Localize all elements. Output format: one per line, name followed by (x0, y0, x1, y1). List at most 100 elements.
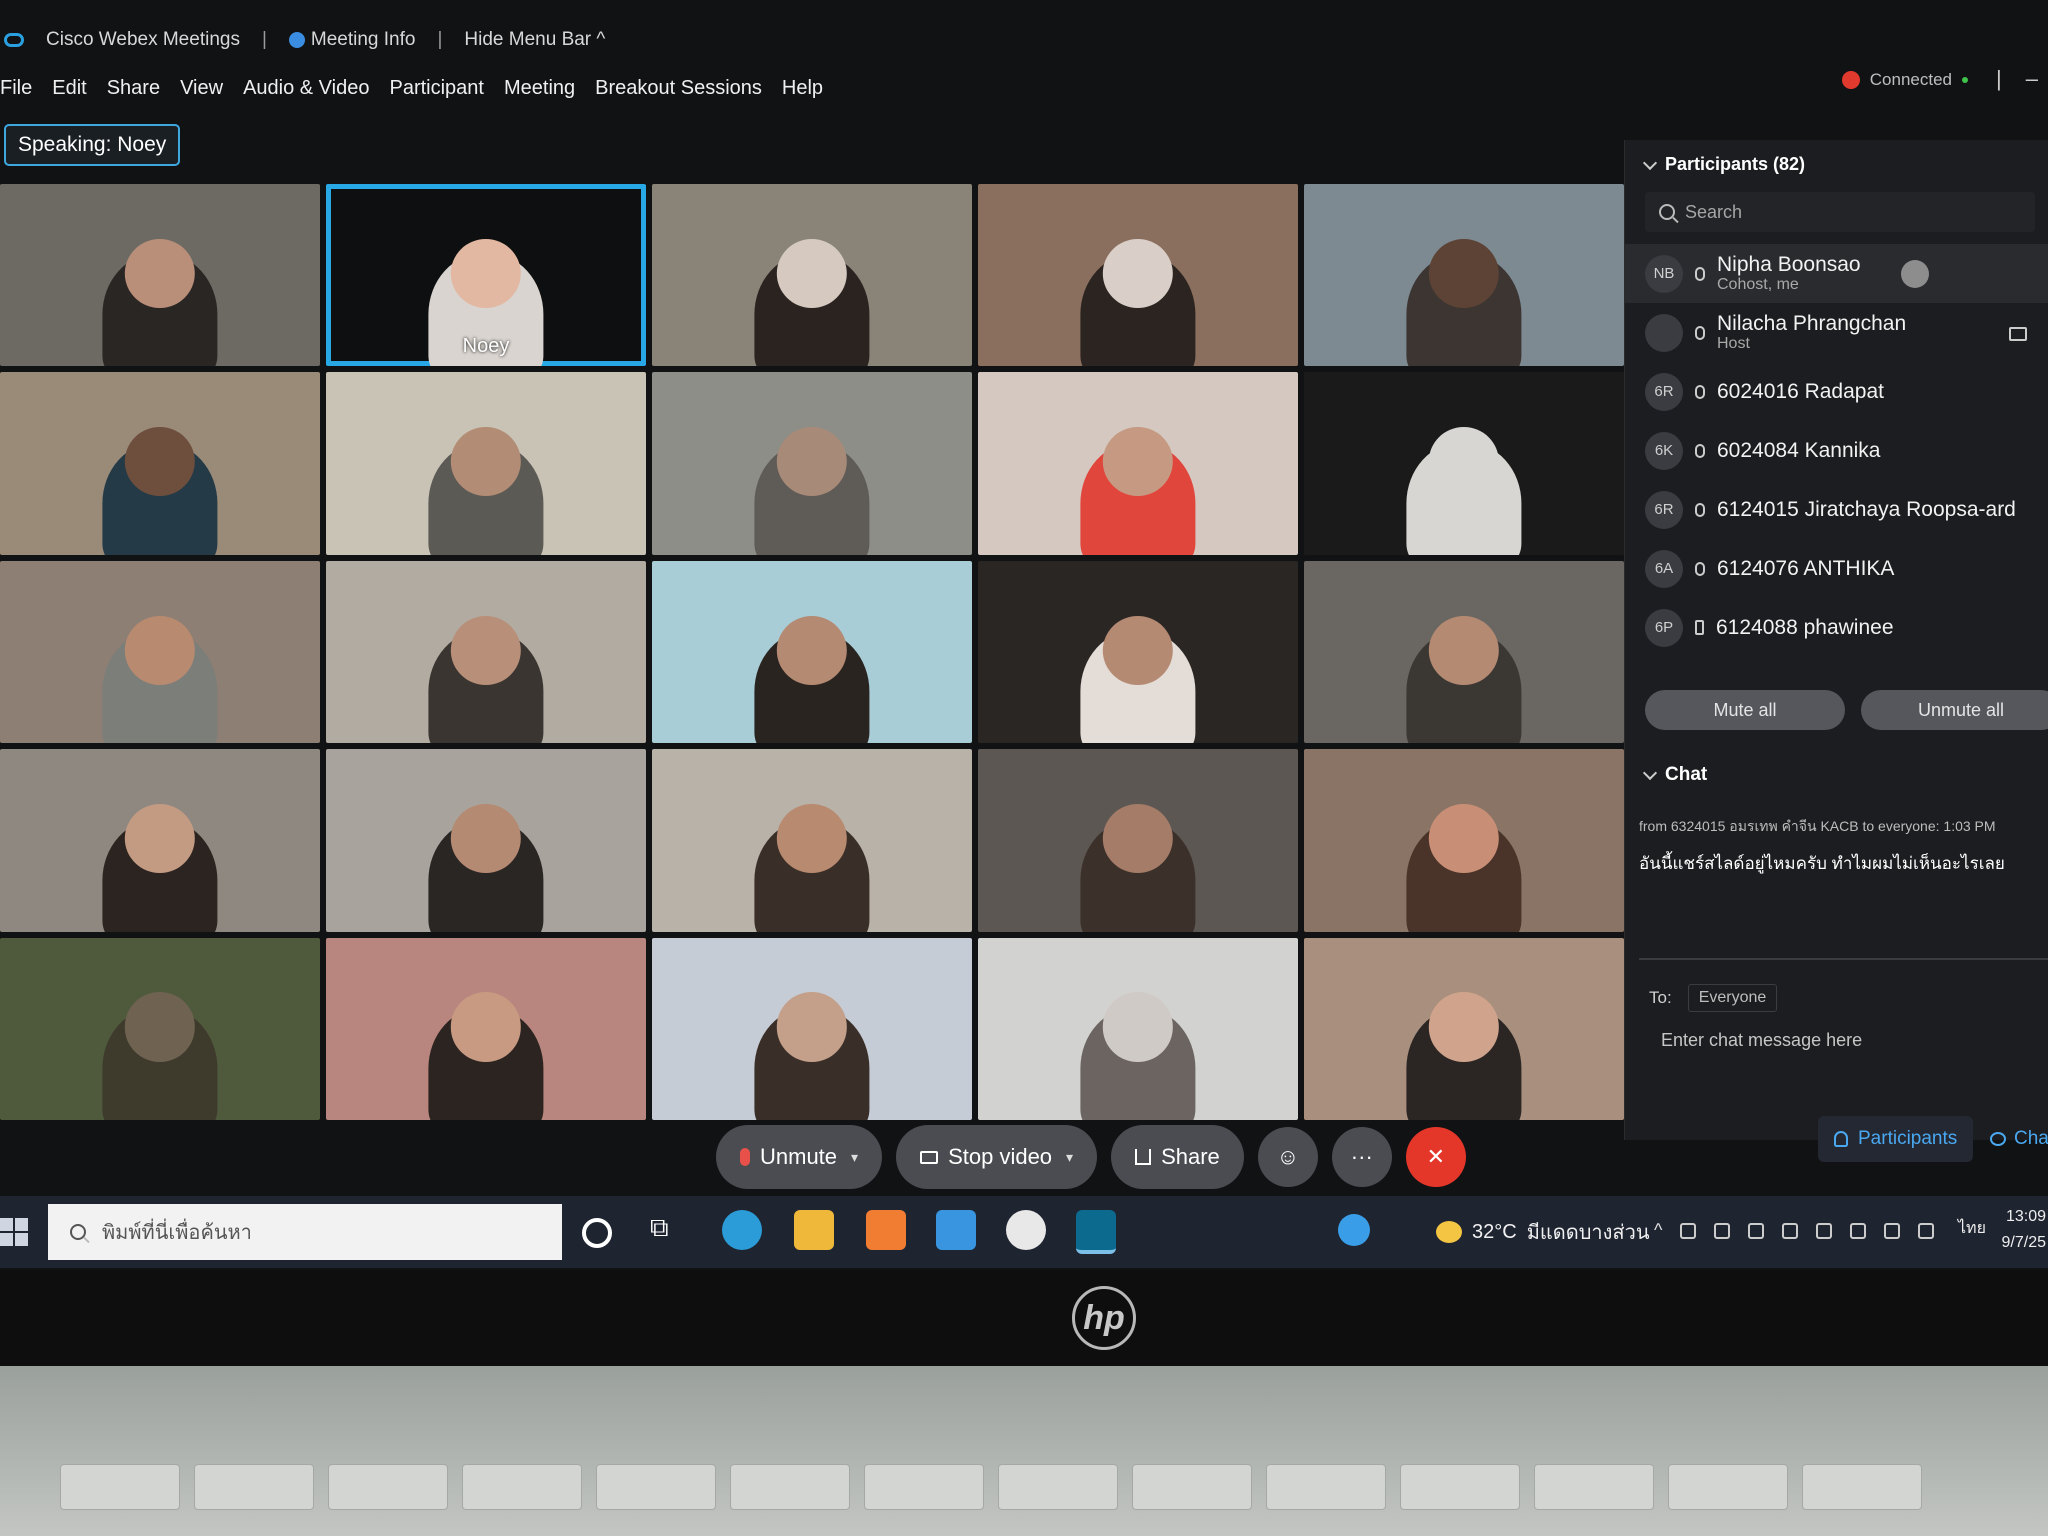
participant-info: Nipha Boonsao Cohost, me (1717, 253, 1861, 294)
volume-icon[interactable] (1918, 1222, 1935, 1239)
chevron-down-icon[interactable]: ▾ (1066, 1149, 1073, 1166)
file-explorer-icon[interactable] (794, 1210, 834, 1250)
participant-video-tile[interactable] (0, 184, 320, 367)
participant-search-input[interactable]: Search (1645, 192, 2035, 232)
participants-panel-tab[interactable]: Participants (1818, 1116, 1974, 1162)
participants-header[interactable]: Participants (82) (1642, 154, 1805, 175)
menu-file[interactable]: File (0, 77, 32, 100)
menu-bar: File Edit Share View Audio & Video Parti… (0, 68, 823, 108)
chat-panel-tab[interactable]: Cha (1990, 1116, 2048, 1162)
menu-meeting[interactable]: Meeting (504, 77, 575, 100)
menu-edit[interactable]: Edit (52, 77, 86, 100)
participant-row[interactable]: 6A 6124076 ANTHIKA (1625, 539, 2048, 598)
chat-message-input[interactable]: Enter chat message here (1661, 1030, 1862, 1051)
participant-video-tile[interactable] (978, 184, 1298, 367)
raise-hand-icon[interactable] (1901, 260, 1929, 288)
microphone-icon (1695, 502, 1705, 517)
input-language[interactable]: ไทย (1958, 1216, 1986, 1241)
participant-info: 6024016 Radapat (1717, 380, 1884, 403)
chevron-down-icon[interactable]: ▾ (851, 1149, 858, 1166)
taskbar-search-input[interactable]: พิมพ์ที่นี่เพื่อค้นหา (48, 1204, 562, 1260)
chat-recipient-select[interactable]: Everyone (1687, 984, 1778, 1012)
participant-video-tile[interactable] (978, 560, 1298, 744)
unmute-label: Unmute (760, 1144, 838, 1169)
task-view-icon[interactable]: ⧉ (650, 1212, 690, 1252)
avatar: 6P (1645, 608, 1683, 647)
cortana-icon[interactable] (582, 1218, 612, 1248)
participant-row[interactable]: 6R 6124015 Jiratchaya Roopsa-ard (1625, 480, 2048, 539)
participant-video-tile[interactable] (652, 372, 972, 555)
taskbar-clock[interactable]: 13:09 9/7/25 (1996, 1204, 2046, 1256)
weather-widget[interactable]: 32°C มีแดดบางส่วน (1436, 1216, 1650, 1248)
meeting-info-button[interactable]: Meeting Info (288, 29, 415, 51)
participant-video-tile[interactable] (326, 937, 646, 1120)
microphone-icon[interactable] (1782, 1222, 1799, 1239)
participant-video-tile[interactable] (978, 937, 1298, 1120)
system-tray: ^ (1654, 1220, 1935, 1241)
mute-all-button[interactable]: Mute all (1645, 690, 1845, 730)
help-icon[interactable] (1338, 1214, 1370, 1246)
screen-icon[interactable] (1816, 1222, 1833, 1239)
windows-start-button[interactable] (0, 1218, 28, 1246)
menu-audio-video[interactable]: Audio & Video (243, 77, 369, 100)
wifi-icon[interactable] (1884, 1222, 1901, 1239)
hide-menu-bar-button[interactable]: Hide Menu Bar ^ (464, 29, 605, 51)
participant-name: Nilacha Phrangchan (1717, 311, 1907, 335)
unmute-button[interactable]: Unmute ▾ (716, 1125, 883, 1189)
participant-video-tile[interactable] (652, 749, 972, 932)
participant-video-tile[interactable] (1304, 749, 1624, 932)
participant-video-tile[interactable] (978, 749, 1298, 932)
participant-video-tile[interactable] (652, 560, 972, 744)
microphone-muted-icon (740, 1148, 750, 1166)
menu-view[interactable]: View (180, 77, 223, 100)
phone-icon (1695, 620, 1704, 635)
minimize-button[interactable]: – (2026, 66, 2038, 92)
participant-video-tile[interactable] (1304, 937, 1624, 1120)
stop-video-button[interactable]: Stop video ▾ (896, 1125, 1098, 1189)
menu-share[interactable]: Share (107, 77, 160, 100)
battery-icon[interactable] (1850, 1222, 1867, 1239)
meet-now-icon[interactable] (1680, 1222, 1697, 1239)
divider: | (1996, 66, 2002, 91)
webex-taskbar-icon[interactable] (1076, 1210, 1116, 1254)
more-options-button[interactable]: ··· (1331, 1127, 1392, 1187)
connection-status: Connected (1841, 70, 1968, 90)
participant-video-tile[interactable] (326, 560, 646, 744)
participant-video-tile[interactable] (652, 937, 972, 1120)
connected-dot-icon (1962, 77, 1968, 83)
participant-row[interactable]: 6P 6124088 phawinee (1625, 598, 2048, 657)
store-icon[interactable] (866, 1210, 906, 1250)
participant-video-tile[interactable] (1304, 184, 1624, 367)
participant-row[interactable]: Nilacha Phrangchan Host (1625, 303, 2048, 362)
participant-row[interactable]: 6R 6024016 Radapat (1625, 362, 2048, 421)
participant-video-tile[interactable] (0, 937, 320, 1120)
chat-header[interactable]: Chat (1642, 764, 1707, 786)
edge-browser-icon[interactable] (722, 1210, 762, 1250)
participant-video-tile[interactable] (1304, 372, 1624, 555)
participant-row[interactable]: 6K 6024084 Kannika (1625, 421, 2048, 480)
chevron-up-icon[interactable]: ^ (1654, 1220, 1662, 1241)
onedrive-icon[interactable] (1714, 1222, 1731, 1239)
avatar (1645, 313, 1683, 352)
participant-row[interactable]: NB Nipha Boonsao Cohost, me (1625, 244, 2048, 303)
participant-video-tile[interactable] (0, 372, 320, 555)
menu-help[interactable]: Help (782, 77, 823, 100)
participant-video-tile[interactable] (326, 372, 646, 555)
participant-video-tile[interactable] (652, 184, 972, 367)
participant-video-tile[interactable]: Noey (326, 184, 646, 367)
menu-breakout-sessions[interactable]: Breakout Sessions (595, 77, 762, 100)
menu-participant[interactable]: Participant (389, 77, 484, 100)
person-icon (1834, 1131, 1848, 1147)
participant-video-tile[interactable] (978, 372, 1298, 555)
participant-video-tile[interactable] (1304, 560, 1624, 744)
reactions-button[interactable]: ☺ (1257, 1127, 1318, 1187)
leave-meeting-button[interactable]: ✕ (1405, 1127, 1466, 1187)
participant-video-tile[interactable] (0, 560, 320, 744)
share-button[interactable]: Share (1111, 1125, 1244, 1189)
gift-icon[interactable] (1748, 1222, 1765, 1239)
app-icon[interactable] (1006, 1210, 1046, 1250)
participant-video-tile[interactable] (326, 749, 646, 932)
mail-icon[interactable] (936, 1210, 976, 1250)
participant-video-tile[interactable] (0, 749, 320, 932)
unmute-all-button[interactable]: Unmute all (1861, 690, 2048, 730)
